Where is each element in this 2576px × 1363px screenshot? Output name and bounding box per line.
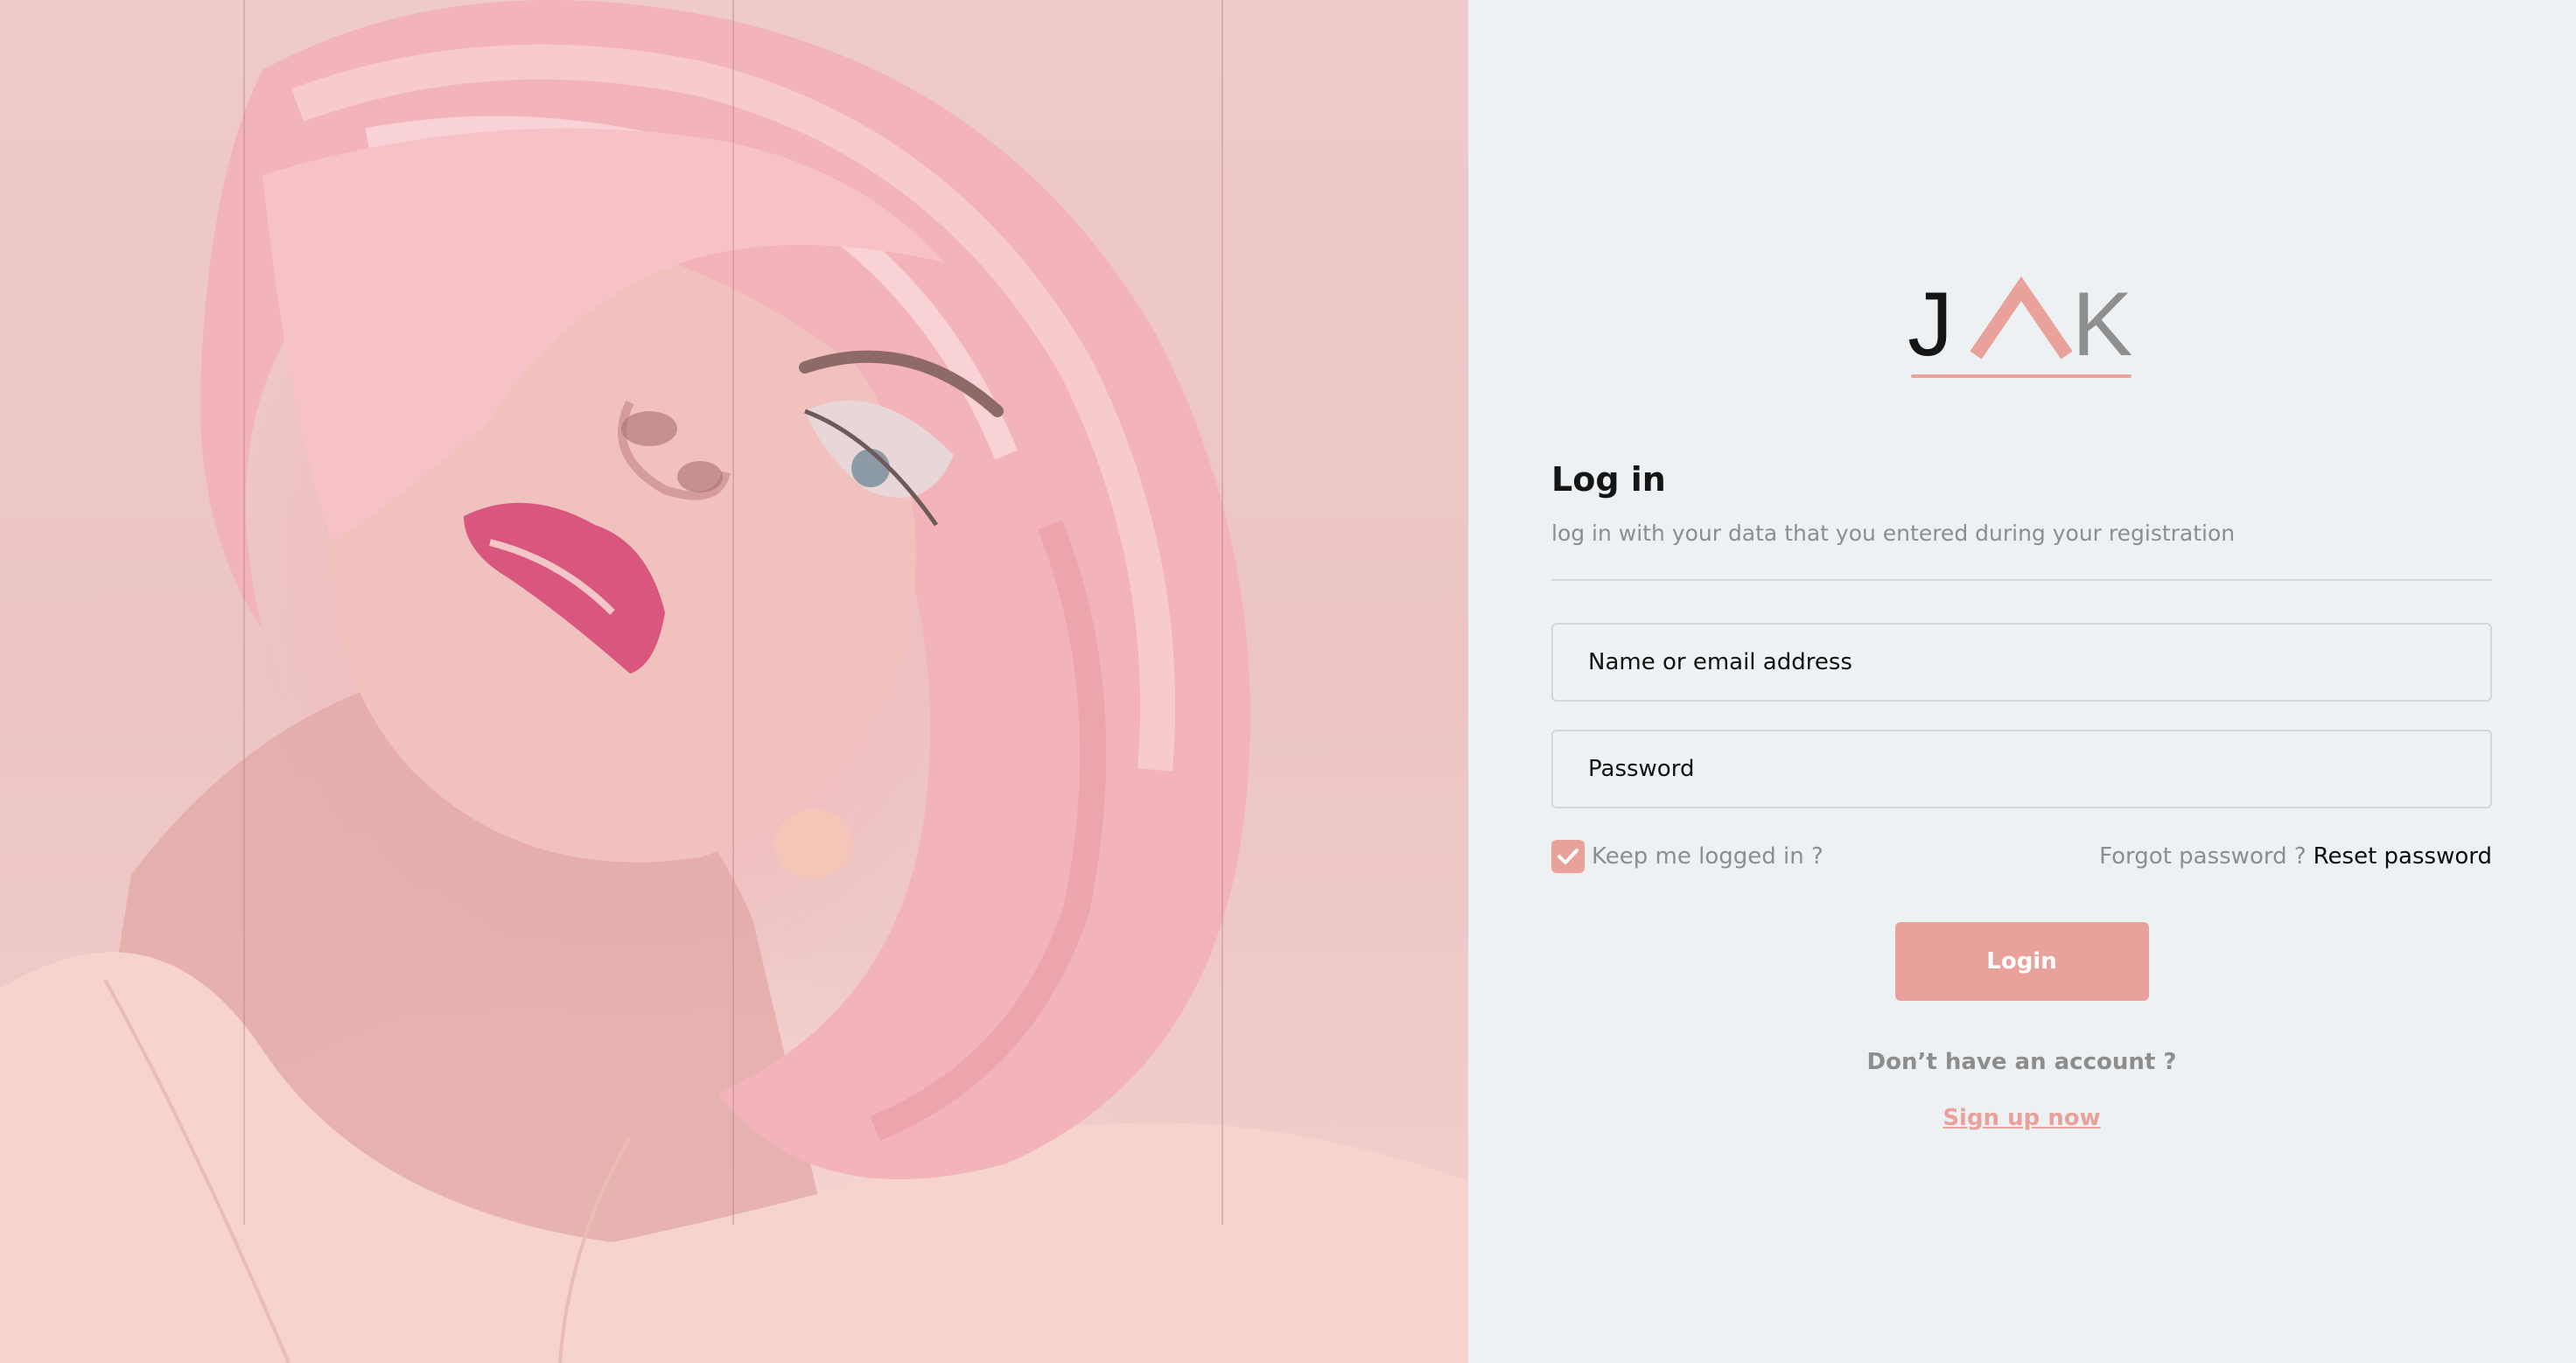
- hero-image: [0, 0, 1468, 1363]
- no-account-text: Don’t have an account ?: [1866, 1049, 2177, 1075]
- keep-logged-in-checkbox[interactable]: [1551, 840, 1585, 873]
- page-title: Log in: [1551, 460, 1666, 499]
- login-button[interactable]: Login: [1894, 922, 2149, 1001]
- page-subtitle: log in with your data that you entered d…: [1551, 521, 2236, 546]
- logo-mark: J K: [1908, 274, 2132, 367]
- username-field: [1551, 623, 2492, 702]
- keep-logged-in[interactable]: Keep me logged in ?: [1551, 840, 1824, 873]
- brand-logo: J K: [1908, 271, 2135, 385]
- guide-line: [1222, 0, 1223, 1225]
- logo-letter-j: J: [1908, 274, 1953, 367]
- login-form: Log in log in with your data that you en…: [1551, 455, 2492, 1136]
- sign-up-link[interactable]: Sign up now: [1551, 1101, 2492, 1136]
- logo-letter-a: [1970, 276, 2073, 360]
- login-page: J K Log in log in with your data that yo…: [0, 0, 2576, 1363]
- guide-line: [243, 0, 245, 1225]
- username-input[interactable]: [1553, 625, 2490, 700]
- keep-logged-in-label: Keep me logged in ?: [1592, 843, 1824, 870]
- logo-underline: [1911, 374, 2132, 378]
- password-field: [1551, 730, 2492, 808]
- checkmark-icon: [1558, 849, 1578, 864]
- forgot-password-label: Forgot password ?: [2099, 843, 2306, 870]
- password-help: Forgot password ? Reset password: [2099, 843, 2492, 870]
- login-options: Keep me logged in ? Forgot password ? Res…: [1551, 838, 2492, 875]
- portrait-illustration: [0, 0, 1468, 1363]
- logo-letter-k: K: [2072, 274, 2132, 367]
- guide-line: [732, 0, 734, 1225]
- password-input[interactable]: [1553, 731, 2490, 807]
- divider: [1551, 579, 2492, 581]
- reset-password-link[interactable]: Reset password: [2314, 843, 2492, 870]
